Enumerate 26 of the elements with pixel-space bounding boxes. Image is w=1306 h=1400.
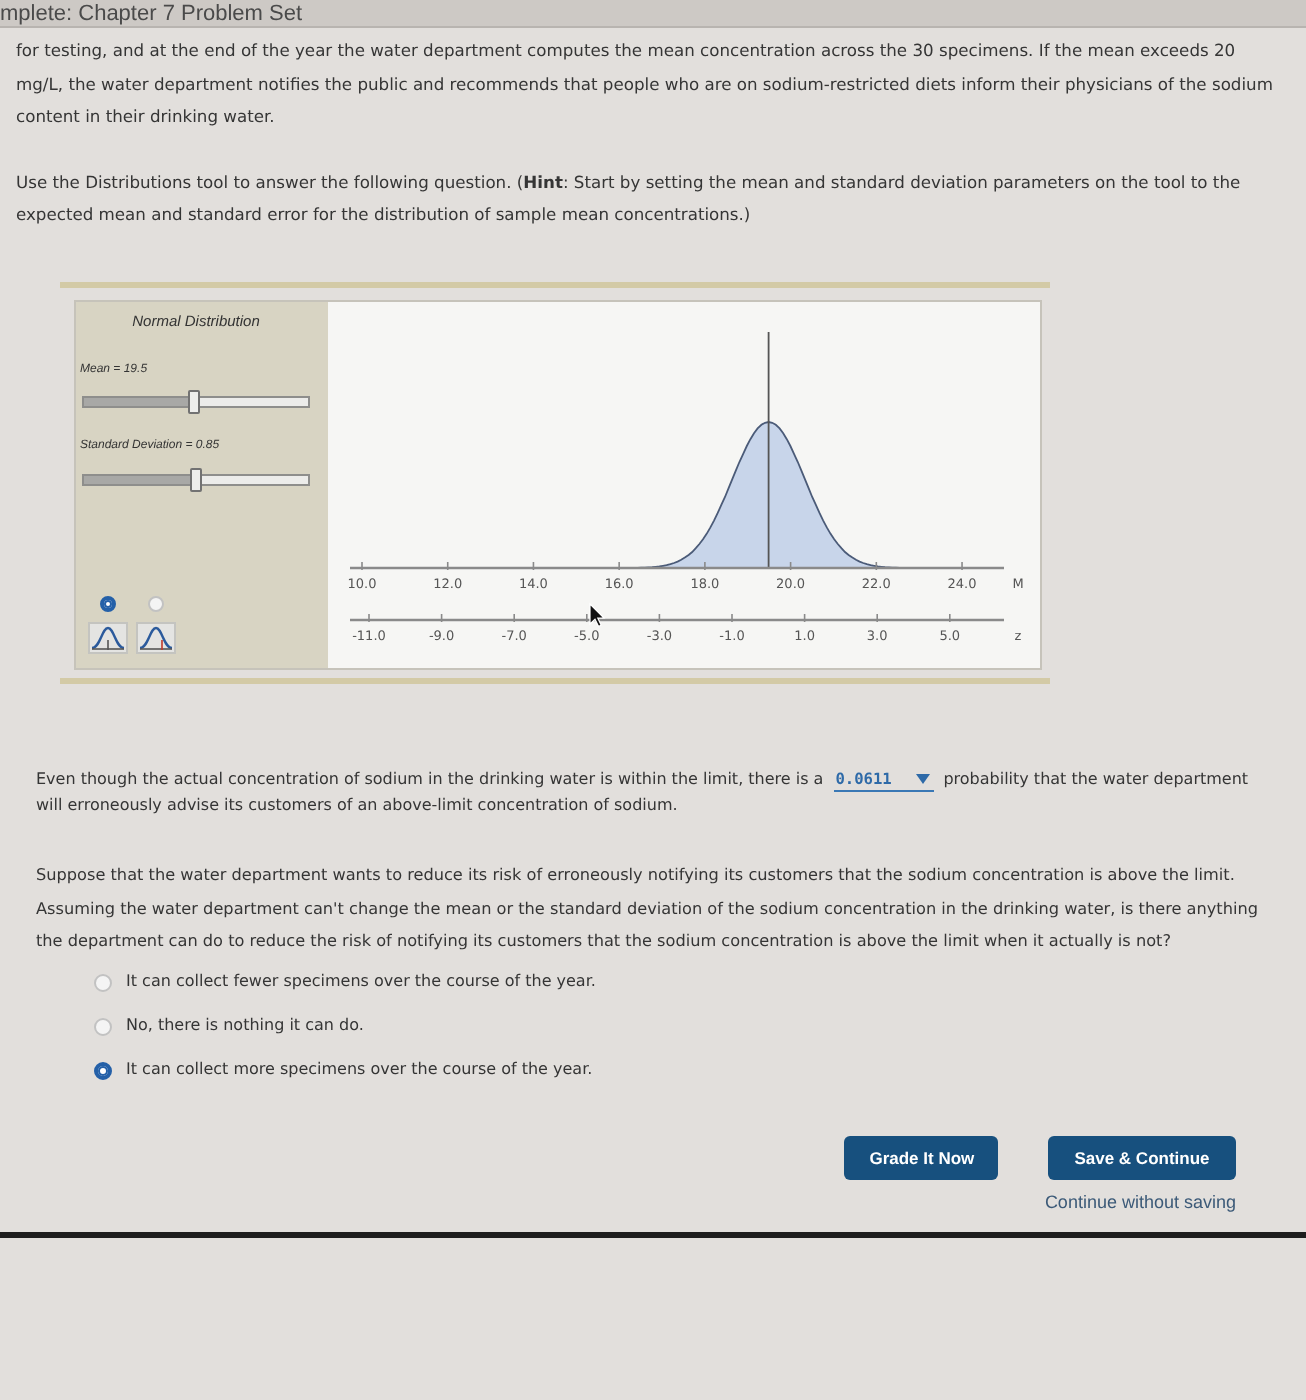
slider-thumb[interactable] [190, 467, 202, 491]
save-button[interactable]: Save & Continue [1048, 1136, 1236, 1180]
slider-thumb[interactable] [187, 389, 200, 413]
page-title: mplete: Chapter 7 Problem Set [0, 2, 303, 26]
radio-button[interactable] [94, 1061, 112, 1079]
paragraph-text: Suppose that the water department wants to reduce its risk of erroneously notifying its customers that the sodium concentration is above the limit. Assuming the water department can't change the mean or the standard deviation of the sodium concentration in the drinking water, is there anything the department can do to reduce the risk of notifying its customers that the sodium concentration is above the limit when it actually is not? [36, 862, 1260, 954]
cursor-icon [589, 601, 606, 627]
option-label[interactable]: It can collect more specimens over the course of the year. [126, 1060, 593, 1080]
caret-icon [915, 774, 930, 784]
sentence-text: will erroneously advise its customers of an above-limit concentration of sodium. [36, 796, 678, 816]
radio-button[interactable] [100, 595, 116, 611]
paragraph-text: Use the Distributions tool to answer the following question. (Hint: Start by setting the mean and standard deviation parameters on the tool to the expected mean and standard error for the distribution of sample mean concentrations.) [16, 169, 1243, 228]
option-label[interactable]: It can collect fewer specimens over the course of the year. [126, 972, 596, 992]
bell-curve-icon [136, 621, 176, 653]
sentence-text: probability that the water department [943, 770, 1249, 790]
bell-curve-icon [88, 621, 128, 653]
radio-button[interactable] [94, 973, 112, 991]
grade-button[interactable]: Grade It Now [844, 1136, 999, 1180]
radio-button[interactable] [94, 1017, 112, 1035]
slider[interactable] [82, 389, 310, 413]
option-label[interactable]: No, there is nothing it can do. [126, 1016, 364, 1036]
slider[interactable] [82, 467, 310, 491]
radio-button[interactable] [148, 595, 164, 611]
paragraph-text: for testing, and at the end of the year the water department computes the mean concentration across the 30 specimens. If the mean exceeds 20 mg/L, the water department notifies the public and recommends that people who are on sodium-restricted diets inform their physicians of the sodium content in their drinking water. [16, 38, 1275, 130]
continue-link[interactable]: Continue without saving [1044, 1192, 1236, 1212]
sentence-text: Even though the actual concentration of sodium in the drinking water is within the limit, there is a [36, 770, 824, 790]
